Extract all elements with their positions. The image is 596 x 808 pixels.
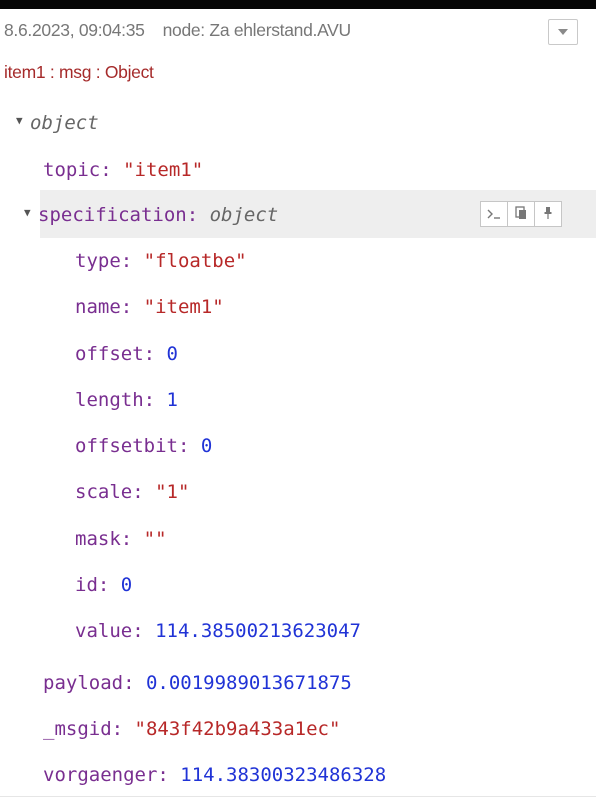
caret-down-icon[interactable]: ▼	[24, 200, 38, 226]
property-row-name[interactable]: name: "item1"	[75, 292, 224, 322]
property-key: topic	[43, 159, 101, 181]
property-value: ""	[143, 528, 167, 550]
message-metadata: 8.6.2023, 09:04:35 node: Za ehlerstand.AV…	[4, 20, 351, 41]
property-value: "item1"	[123, 159, 204, 181]
row-tools	[480, 201, 562, 227]
property-value: "floatbe"	[143, 250, 247, 272]
property-value: 114.38500213623047	[155, 620, 361, 642]
property-value: "1"	[155, 481, 190, 503]
property-value: "843f42b9a433a1ec"	[134, 718, 341, 740]
property-value: 1	[166, 389, 178, 411]
property-key: id	[75, 574, 98, 596]
property-value: 114.38300323486328	[180, 764, 387, 786]
property-row-vorgaenger[interactable]: vorgaenger: 114.38300323486328	[43, 760, 386, 790]
property-row-length[interactable]: length: 1	[75, 385, 178, 415]
clipboard-icon	[514, 203, 528, 225]
property-row-topic[interactable]: topic: "item1"	[43, 155, 203, 185]
property-row-offset[interactable]: offset: 0	[75, 339, 178, 369]
property-row-id[interactable]: id: 0	[75, 570, 132, 600]
property-value: 0	[166, 343, 178, 365]
caret-down-icon[interactable]: ▼	[16, 108, 30, 134]
property-value: 0	[200, 435, 213, 457]
property-key: payload	[43, 672, 124, 694]
terminal-prompt-icon	[486, 203, 502, 225]
property-value: "item1"	[143, 296, 224, 318]
property-row-payload[interactable]: payload: 0.0019989013671875	[43, 668, 352, 698]
property-key: mask	[75, 528, 121, 550]
property-row-mask[interactable]: mask: ""	[75, 524, 167, 554]
chevron-down-icon	[558, 29, 568, 35]
property-key: length	[75, 389, 144, 411]
property-key: offset	[75, 343, 144, 365]
property-row-msgid[interactable]: _msgid: "843f42b9a433a1ec"	[43, 714, 340, 744]
message-type-label[interactable]: item1 : msg : Object	[4, 62, 154, 83]
root-object-row[interactable]: ▼ object	[16, 108, 99, 138]
property-key: name	[75, 296, 121, 318]
pin-button[interactable]	[534, 201, 562, 227]
property-row-type[interactable]: type: "floatbe"	[75, 246, 247, 276]
property-row-specification[interactable]: ▼ specification: object	[24, 200, 278, 230]
message-options-button[interactable]	[548, 19, 578, 45]
message-timestamp: 8.6.2023, 09:04:35	[4, 20, 145, 40]
property-key: vorgaenger	[43, 764, 158, 786]
property-value: 0	[120, 574, 133, 596]
divider	[0, 796, 596, 797]
property-key: type	[75, 250, 121, 272]
property-key: _msgid	[43, 718, 112, 740]
property-row-scale[interactable]: scale: "1"	[75, 477, 189, 507]
copy-value-button[interactable]	[507, 201, 535, 227]
copy-path-button[interactable]	[480, 201, 508, 227]
property-value: 0.0019989013671875	[145, 672, 352, 694]
pin-icon	[543, 203, 553, 225]
property-type-label: object	[209, 204, 279, 226]
message-source-node[interactable]: node: Za ehlerstand.AVU	[163, 20, 352, 40]
property-key: offsetbit	[75, 435, 178, 457]
property-key: scale	[75, 481, 133, 503]
property-key: specification	[38, 204, 187, 226]
property-row-offsetbit[interactable]: offsetbit: 0	[75, 431, 212, 461]
top-edge-bar	[0, 0, 596, 9]
debug-message-panel: 8.6.2023, 09:04:35 node: Za ehlerstand.AV…	[0, 0, 596, 808]
property-key: value	[75, 620, 133, 642]
property-row-value[interactable]: value: 114.38500213623047	[75, 616, 361, 646]
root-type-label: object	[30, 112, 99, 134]
